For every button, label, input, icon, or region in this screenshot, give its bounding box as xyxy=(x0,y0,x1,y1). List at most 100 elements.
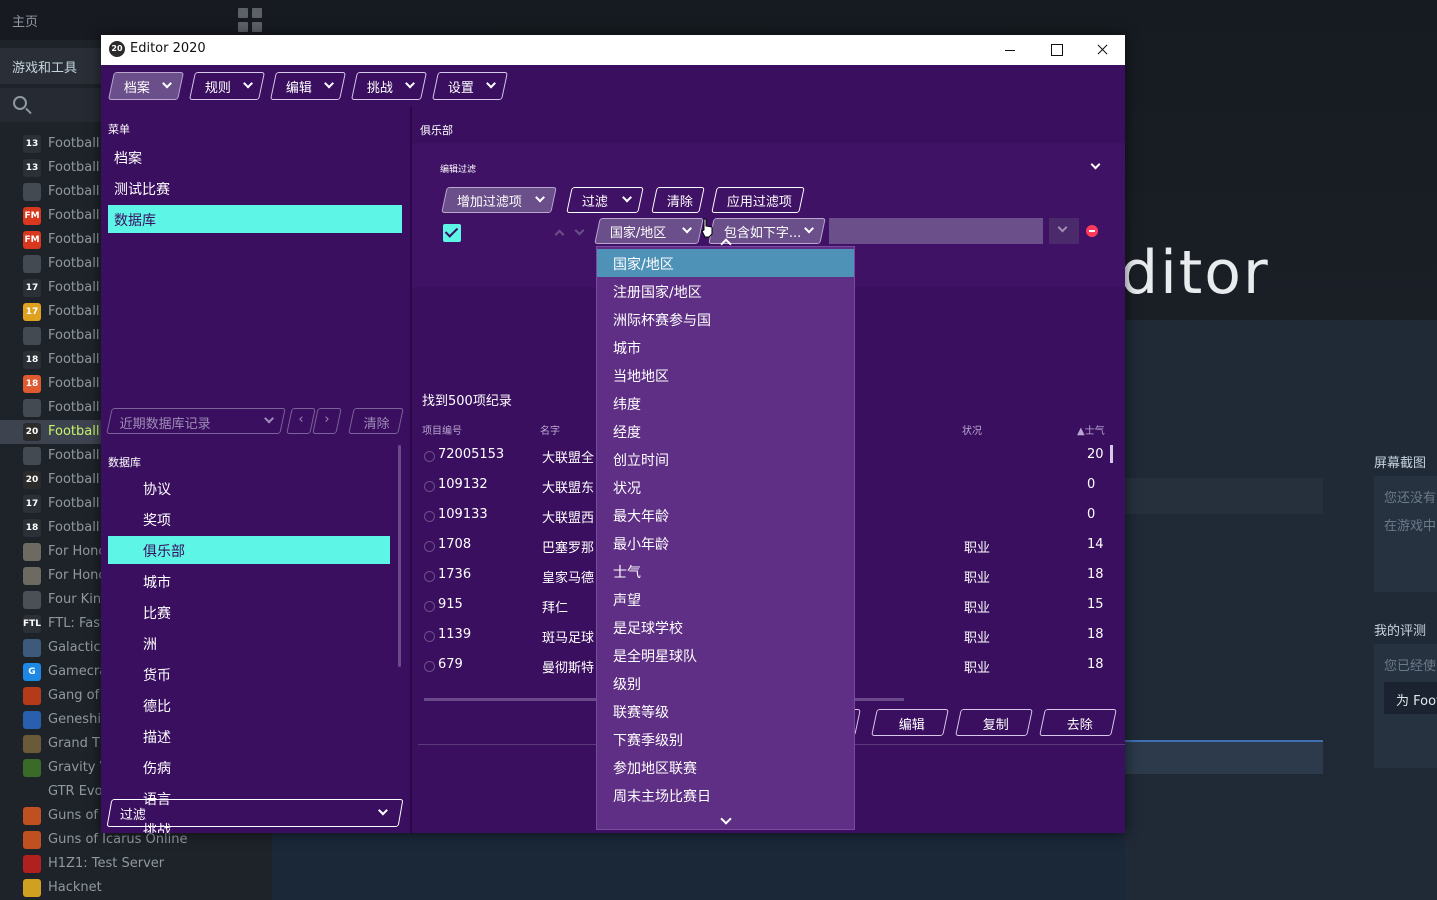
steam-screenshots-text: 您还没有 xyxy=(1384,491,1437,506)
field-option[interactable]: 当地地区 xyxy=(597,361,854,389)
game-icon xyxy=(23,447,41,465)
field-option[interactable]: 是全明星球队 xyxy=(597,641,854,669)
game-icon: 13 xyxy=(23,159,41,177)
steam-write-review-label: 为 Foot xyxy=(1396,694,1437,709)
game-icon: FTL xyxy=(23,615,41,633)
game-icon xyxy=(23,831,41,849)
field-option[interactable]: 士气 xyxy=(597,557,854,585)
steam-game-name: Football xyxy=(48,376,100,391)
field-option-label: 经度 xyxy=(613,425,641,441)
steam-game-name: GTR Evol xyxy=(48,784,107,799)
mouse-cursor-icon xyxy=(701,218,713,238)
field-option-label: 注册国家/地区 xyxy=(613,285,702,301)
steam-review-text: 您已经使 xyxy=(1384,659,1437,674)
field-option[interactable]: 级别 xyxy=(597,669,854,697)
field-option-label: 创立时间 xyxy=(613,453,669,469)
steam-home-label: 主页 xyxy=(12,15,39,30)
steam-game-name: Gravity V xyxy=(48,760,109,775)
field-option[interactable]: 经度 xyxy=(597,417,854,445)
field-option[interactable]: 注册国家/地区 xyxy=(597,277,854,305)
steam-game-name: For Honc xyxy=(48,568,106,583)
steam-game-name: Football xyxy=(48,280,100,295)
game-icon xyxy=(23,543,41,561)
steam-game-name: For Honc xyxy=(48,544,106,559)
field-option-label: 国家/地区 xyxy=(613,257,674,273)
field-option-label: 是全明星球队 xyxy=(613,649,697,665)
game-icon xyxy=(23,783,41,801)
game-icon xyxy=(23,567,41,585)
game-icon xyxy=(23,711,41,729)
game-icon xyxy=(23,183,41,201)
field-option-label: 联赛等级 xyxy=(613,705,669,721)
steam-game-row[interactable]: H1Z1: Test Server xyxy=(0,852,272,876)
grid-view-icon[interactable] xyxy=(238,8,262,32)
field-option[interactable]: 最大年龄 xyxy=(597,501,854,529)
steam-game-name: Galactic xyxy=(48,640,101,655)
steam-game-name: Gang of xyxy=(48,688,100,703)
search-icon[interactable] xyxy=(13,96,27,110)
game-icon: FM xyxy=(23,231,41,249)
field-dropdown-layer: 国家/地区注册国家/地区 洲际杯赛参与国城市 当地地区 纬度经度创立时间状况最大年龄最… xyxy=(101,35,1125,833)
steam-screenshots-text: 在游戏中 xyxy=(1384,519,1437,534)
steam-home-bar[interactable]: 主页 xyxy=(0,0,272,40)
field-option-label: 参加地区联赛 xyxy=(613,761,697,777)
field-option[interactable]: 纬度 xyxy=(597,389,854,417)
field-option-label: 是足球学校 xyxy=(613,621,683,637)
game-icon: 17 xyxy=(23,279,41,297)
field-option[interactable]: 国家/地区 xyxy=(597,249,854,277)
steam-game-row[interactable]: Hacknet xyxy=(0,876,272,900)
field-option-label: 声望 xyxy=(613,593,641,609)
field-option[interactable]: 下赛季级别 xyxy=(597,725,854,753)
field-option[interactable]: 状况 xyxy=(597,473,854,501)
game-icon xyxy=(23,879,41,897)
field-option-label: 洲际杯赛参与国 xyxy=(613,313,711,329)
field-option-label: 状况 xyxy=(613,481,641,497)
game-icon: 20 xyxy=(23,471,41,489)
steam-game-name: Football xyxy=(48,400,100,415)
steam-game-name: Football xyxy=(48,136,100,151)
steam-games-tools-label: 游戏和工具 xyxy=(12,61,78,76)
game-icon xyxy=(23,591,41,609)
game-icon xyxy=(23,639,41,657)
steam-game-name: Football xyxy=(48,520,100,535)
steam-game-name: Grand Th xyxy=(48,736,109,751)
game-icon: 18 xyxy=(23,375,41,393)
field-option[interactable]: 洲际杯赛参与国 xyxy=(597,305,854,333)
game-icon xyxy=(23,735,41,753)
game-icon xyxy=(23,255,41,273)
field-option-label: 最大年龄 xyxy=(613,509,669,525)
steam-side-panel xyxy=(1125,320,1437,900)
field-option[interactable]: 城市 xyxy=(597,333,854,361)
game-icon: 17 xyxy=(23,303,41,321)
steam-game-name: Football xyxy=(48,448,100,463)
field-option-label: 最小年龄 xyxy=(613,537,669,553)
game-icon: G xyxy=(23,663,41,681)
field-option[interactable]: 最小年龄 xyxy=(597,529,854,557)
game-icon: 17 xyxy=(23,495,41,513)
field-option[interactable]: 周末主场比赛日 xyxy=(597,781,854,809)
field-option[interactable]: 参加地区联赛 xyxy=(597,753,854,781)
steam-game-name: Geneshif xyxy=(48,712,106,727)
steam-game-name: Football xyxy=(48,208,100,223)
game-icon xyxy=(23,759,41,777)
steam-game-name: Football xyxy=(48,232,100,247)
field-option[interactable]: 声望 xyxy=(597,585,854,613)
steam-game-name: Football xyxy=(48,184,100,199)
field-option-label: 级别 xyxy=(613,677,641,693)
steam-write-review-button[interactable]: 为 Foot xyxy=(1384,682,1437,714)
steam-game-name: Football xyxy=(48,256,100,271)
game-icon: 20 xyxy=(23,423,41,441)
steam-game-name: Football xyxy=(48,352,100,367)
game-icon xyxy=(23,855,41,873)
steam-content-bar xyxy=(1125,478,1323,514)
field-option[interactable]: 创立时间 xyxy=(597,445,854,473)
steam-review-title: 我的评测 xyxy=(1374,624,1427,639)
field-option-label: 下赛季级别 xyxy=(613,733,683,749)
field-option[interactable]: 是足球学校 xyxy=(597,613,854,641)
steam-screenshots-title: 屏幕截图 xyxy=(1374,456,1427,471)
field-option-label: 周末主场比赛日 xyxy=(613,789,711,805)
field-option[interactable]: 联赛等级 xyxy=(597,697,854,725)
game-icon xyxy=(23,807,41,825)
steam-game-name: Football xyxy=(48,472,100,487)
steam-game-name: Guns of Icarus Online xyxy=(48,832,188,847)
